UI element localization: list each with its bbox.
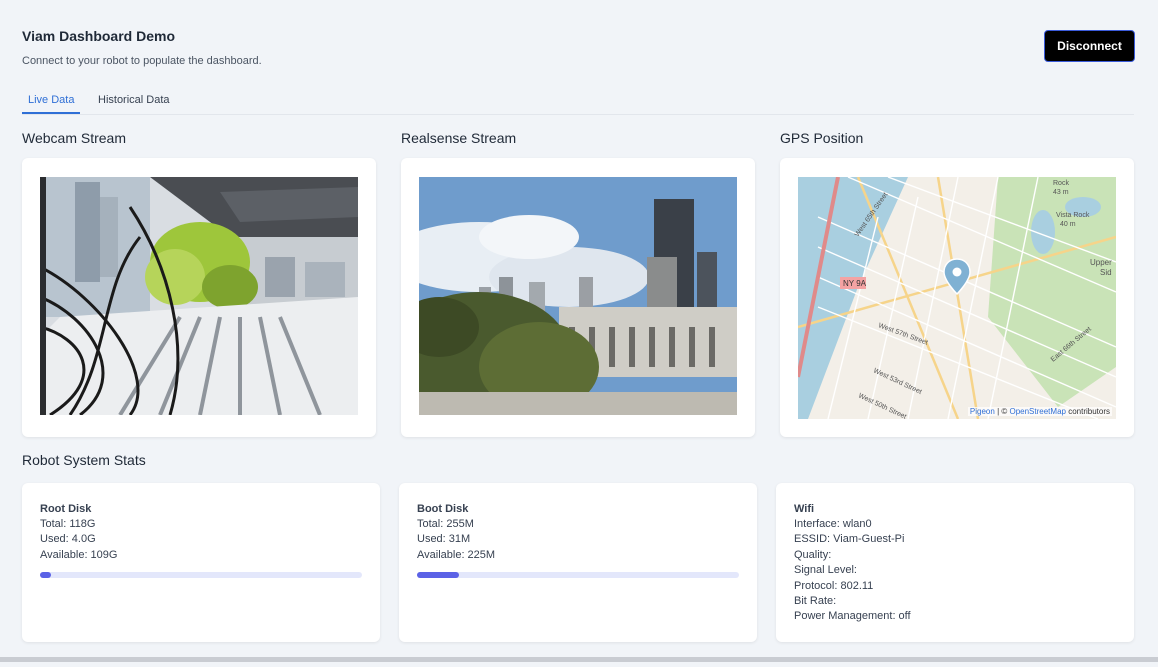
- realsense-stream-card: [401, 158, 755, 437]
- wifi-quality: Quality:: [794, 548, 832, 561]
- map-label-ny9a: NY 9A: [843, 279, 867, 288]
- realsense-stream-title: Realsense Stream: [401, 130, 517, 146]
- attribution-separator: | ©: [994, 407, 1010, 416]
- boot-disk-total: Total: 255M: [417, 518, 474, 530]
- gps-position-title: GPS Position: [780, 130, 864, 146]
- wifi-protocol: Protocol: 802.11: [794, 579, 874, 592]
- map-label-vista-m: 40 m: [1060, 221, 1076, 228]
- webcam-stream-card: [22, 158, 376, 437]
- page-subtitle: Connect to your robot to populate the da…: [22, 55, 262, 67]
- boot-disk-card: Boot Disk Total: 255M Used: 31M Availabl…: [399, 483, 757, 642]
- wifi-signal-level: Signal Level:: [794, 564, 857, 577]
- root-disk-name: Root Disk: [40, 503, 92, 515]
- pigeon-link[interactable]: Pigeon: [970, 407, 995, 416]
- map-attribution: Pigeon | © OpenStreetMap contributors: [967, 407, 1112, 416]
- root-disk-used: Used: 4.0G: [40, 533, 96, 546]
- page-header: Viam Dashboard Demo Connect to your robo…: [22, 28, 262, 67]
- root-disk-total: Total: 118G: [40, 518, 96, 530]
- boot-disk-progress-bar: [417, 572, 739, 579]
- wifi-power-management: Power Management: off: [794, 610, 911, 623]
- disconnect-button[interactable]: Disconnect: [1044, 30, 1135, 62]
- tab-live-data[interactable]: Live Data: [28, 94, 74, 106]
- active-tab-indicator: [22, 112, 80, 114]
- root-disk-available: Available: 109G: [40, 548, 118, 561]
- boot-disk-progress-fill: [417, 572, 459, 579]
- openstreetmap-link[interactable]: OpenStreetMap: [1009, 407, 1065, 416]
- root-disk-progress-fill: [40, 572, 52, 579]
- boot-disk-name: Boot Disk: [417, 503, 469, 515]
- root-disk-progress-bar: [40, 572, 362, 579]
- gps-map[interactable]: NY 9A West 57th Street West 53rd Street …: [798, 177, 1116, 419]
- dashboard-page: Viam Dashboard Demo Connect to your robo…: [0, 0, 1158, 662]
- wifi-name: Wifi: [794, 503, 815, 515]
- boot-disk-used: Used: 31M: [417, 533, 471, 546]
- map-label-upper: Upper: [1090, 258, 1112, 267]
- gps-position-card: NY 9A West 57th Street West 53rd Street …: [780, 158, 1134, 437]
- webcam-video: [40, 177, 358, 415]
- wifi-essid: ESSID: Viam-Guest-Pi: [794, 533, 905, 546]
- attribution-suffix: contributors: [1065, 407, 1110, 416]
- map-label-rock: Rock: [1053, 180, 1069, 187]
- boot-disk-available: Available: 225M: [417, 548, 496, 561]
- map-label-vista: Vista Rock: [1056, 212, 1090, 219]
- map-label-rock-m: 43 m: [1053, 189, 1069, 196]
- map-label-side: Sid: [1100, 268, 1112, 277]
- page-title: Viam Dashboard Demo: [22, 28, 176, 44]
- wifi-bit-rate: Bit Rate:: [794, 595, 837, 608]
- tab-historical-data[interactable]: Historical Data: [98, 94, 170, 106]
- wifi-interface: Interface: wlan0: [794, 518, 872, 530]
- tab-bar: Live Data Historical Data: [22, 87, 1134, 115]
- webcam-stream-title: Webcam Stream: [22, 130, 126, 146]
- wifi-card: Wifi Interface: wlan0 ESSID: Viam-Guest-…: [776, 483, 1134, 642]
- robot-system-stats-title: Robot System Stats: [22, 452, 146, 468]
- realsense-video: [419, 177, 737, 415]
- root-disk-card: Root Disk Total: 118G Used: 4.0G Availab…: [22, 483, 380, 642]
